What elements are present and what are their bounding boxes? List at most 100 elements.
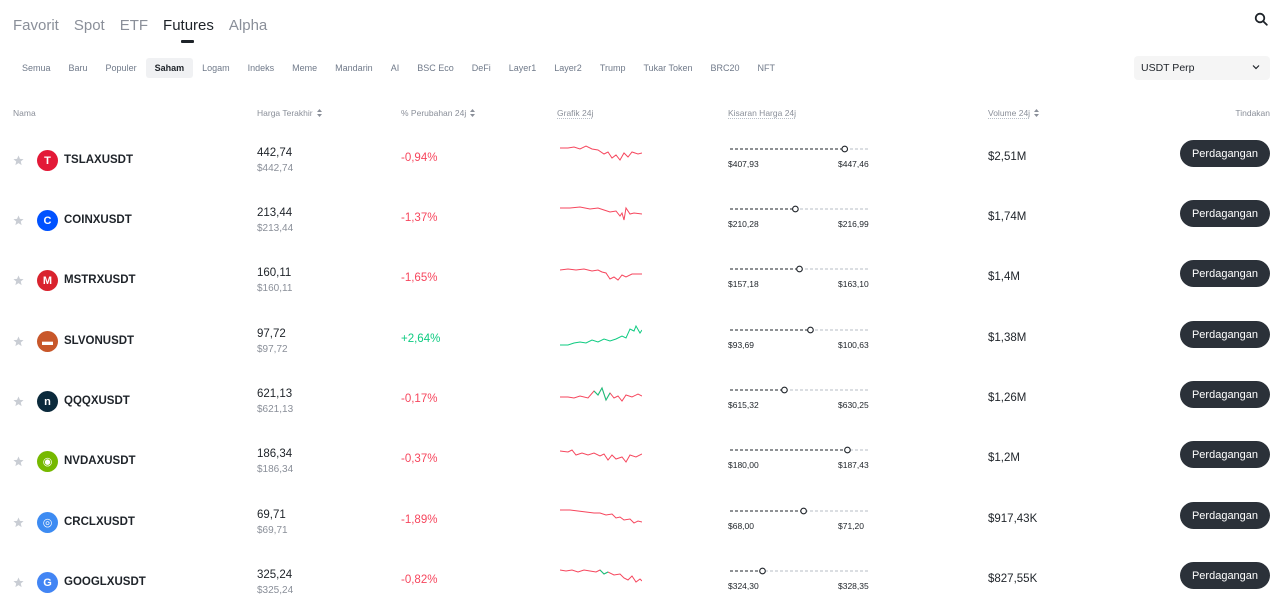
- invesco-icon: n: [37, 391, 58, 412]
- last-price-usd: $160,11: [257, 283, 293, 294]
- column-header-change[interactable]: % Perubahan 24j: [401, 108, 476, 118]
- table-row: G GOOGLXUSDT 325,24 $325,24 -0,82% $324,30 $32…: [0, 550, 1280, 603]
- category-chip[interactable]: BRC20: [702, 58, 749, 78]
- category-chip[interactable]: Tukar Token: [634, 58, 701, 78]
- symbol-name[interactable]: GOOGLXUSDT: [64, 576, 146, 588]
- change-percent: -0,37%: [401, 453, 438, 465]
- column-header-range: Kisaran Harga 24j: [728, 108, 797, 118]
- star-icon[interactable]: [13, 336, 24, 347]
- category-chip[interactable]: Meme: [283, 58, 326, 78]
- trade-button[interactable]: Perdagangan: [1180, 502, 1270, 529]
- volume-24h: $1,2M: [988, 452, 1020, 464]
- star-icon[interactable]: [13, 396, 24, 407]
- category-chip[interactable]: Layer1: [500, 58, 546, 78]
- category-chip[interactable]: Populer: [97, 58, 146, 78]
- table-row: n QQQXUSDT 621,13 $621,13 -0,17% $615,32 $630,…: [0, 369, 1280, 429]
- column-header-name: Nama: [13, 108, 36, 118]
- market-type-value: USDT Perp: [1141, 62, 1195, 74]
- sparkline-chart: [560, 449, 642, 463]
- range-high: $447,46: [838, 159, 869, 169]
- star-icon[interactable]: [13, 275, 24, 286]
- tab-alpha[interactable]: Alpha: [229, 17, 267, 34]
- price-range-bar: [730, 265, 868, 273]
- last-price: 325,24: [257, 569, 293, 581]
- last-price: 621,13: [257, 388, 293, 400]
- table-row: C COINXUSDT 213,44 $213,44 -1,37% $210,28 $216…: [0, 188, 1280, 248]
- range-low: $93,69: [728, 340, 754, 350]
- symbol-name[interactable]: SLVONUSDT: [64, 335, 134, 347]
- sparkline-chart: [560, 509, 642, 524]
- trade-button[interactable]: Perdagangan: [1180, 562, 1270, 589]
- last-price-usd: $213,44: [257, 223, 294, 234]
- category-chip[interactable]: Trump: [591, 58, 635, 78]
- sparkline-chart: [560, 145, 642, 161]
- market-type-select[interactable]: USDT Perp: [1134, 56, 1270, 80]
- range-low: $210,28: [728, 219, 759, 229]
- trade-button[interactable]: Perdagangan: [1180, 321, 1270, 348]
- silver-icon: ▬: [37, 331, 58, 352]
- symbol-name[interactable]: TSLAXUSDT: [64, 154, 133, 166]
- category-chip[interactable]: BSC Eco: [408, 58, 463, 78]
- volume-24h: $1,26M: [988, 392, 1027, 404]
- range-low: $157,18: [728, 279, 759, 289]
- last-price-usd: $442,74: [257, 163, 294, 174]
- trade-button[interactable]: Perdagangan: [1180, 140, 1270, 167]
- tab-etf[interactable]: ETF: [120, 17, 148, 34]
- symbol-name[interactable]: CRCLXUSDT: [64, 516, 135, 528]
- category-chip[interactable]: Mandarin: [326, 58, 382, 78]
- category-chip[interactable]: Saham: [145, 57, 194, 78]
- column-header-volume[interactable]: Volume 24j: [988, 108, 1040, 118]
- category-chip[interactable]: NFT: [749, 58, 785, 78]
- symbol-name[interactable]: COINXUSDT: [64, 214, 132, 226]
- change-percent: +2,64%: [401, 333, 441, 345]
- symbol-name[interactable]: NVDAXUSDT: [64, 455, 136, 467]
- change-percent: -1,89%: [401, 514, 438, 526]
- column-header-action: Tindakan: [1235, 108, 1270, 118]
- sparkline-chart: [560, 206, 642, 221]
- last-price: 186,34: [257, 448, 293, 460]
- tab-futures[interactable]: Futures: [163, 17, 214, 43]
- trade-button[interactable]: Perdagangan: [1180, 381, 1270, 408]
- star-icon[interactable]: [13, 517, 24, 528]
- star-icon[interactable]: [13, 456, 24, 467]
- tab-favorit[interactable]: Favorit: [13, 17, 59, 34]
- price-range-bar: [730, 507, 868, 515]
- category-chip[interactable]: Layer2: [545, 58, 591, 78]
- change-percent: -1,65%: [401, 272, 438, 284]
- star-icon[interactable]: [13, 155, 24, 166]
- table-row: T TSLAXUSDT 442,74 $442,74 -0,94% $407,93 $447…: [0, 128, 1280, 188]
- price-range-bar: [730, 145, 868, 153]
- sparkline-chart: [560, 268, 642, 281]
- last-price: 442,74: [257, 147, 293, 159]
- star-icon[interactable]: [13, 215, 24, 226]
- trade-button[interactable]: Perdagangan: [1180, 260, 1270, 287]
- symbol-name[interactable]: QQQXUSDT: [64, 395, 130, 407]
- volume-24h: $827,55K: [988, 573, 1038, 585]
- category-chip[interactable]: Indeks: [239, 58, 284, 78]
- tab-spot[interactable]: Spot: [74, 17, 105, 34]
- symbol-name[interactable]: MSTRXUSDT: [64, 274, 136, 286]
- sort-icon: [316, 109, 322, 117]
- column-header-last-price[interactable]: Harga Terakhir: [257, 108, 322, 118]
- category-chip[interactable]: Baru: [60, 58, 97, 78]
- category-chip[interactable]: Logam: [193, 58, 239, 78]
- category-chip[interactable]: DeFi: [463, 58, 500, 78]
- range-high: $71,20: [838, 521, 864, 531]
- star-icon[interactable]: [13, 577, 24, 588]
- last-price: 160,11: [257, 267, 292, 279]
- category-chip[interactable]: Semua: [13, 58, 60, 78]
- trade-button[interactable]: Perdagangan: [1180, 441, 1270, 468]
- last-price-usd: $69,71: [257, 525, 288, 536]
- price-range-bar: [730, 446, 868, 454]
- nvidia-icon: ◉: [37, 451, 58, 472]
- range-high: $216,99: [838, 219, 869, 229]
- trade-button[interactable]: Perdagangan: [1180, 200, 1270, 227]
- range-low: $324,30: [728, 581, 759, 591]
- range-high: $100,63: [838, 340, 869, 350]
- category-chip[interactable]: AI: [382, 58, 409, 78]
- search-icon[interactable]: [1254, 12, 1268, 26]
- market-tabs: Favorit Spot ETF Futures Alpha: [13, 10, 282, 43]
- last-price-usd: $97,72: [257, 344, 288, 355]
- range-high: $328,35: [838, 581, 869, 591]
- coinbase-icon: C: [37, 210, 58, 231]
